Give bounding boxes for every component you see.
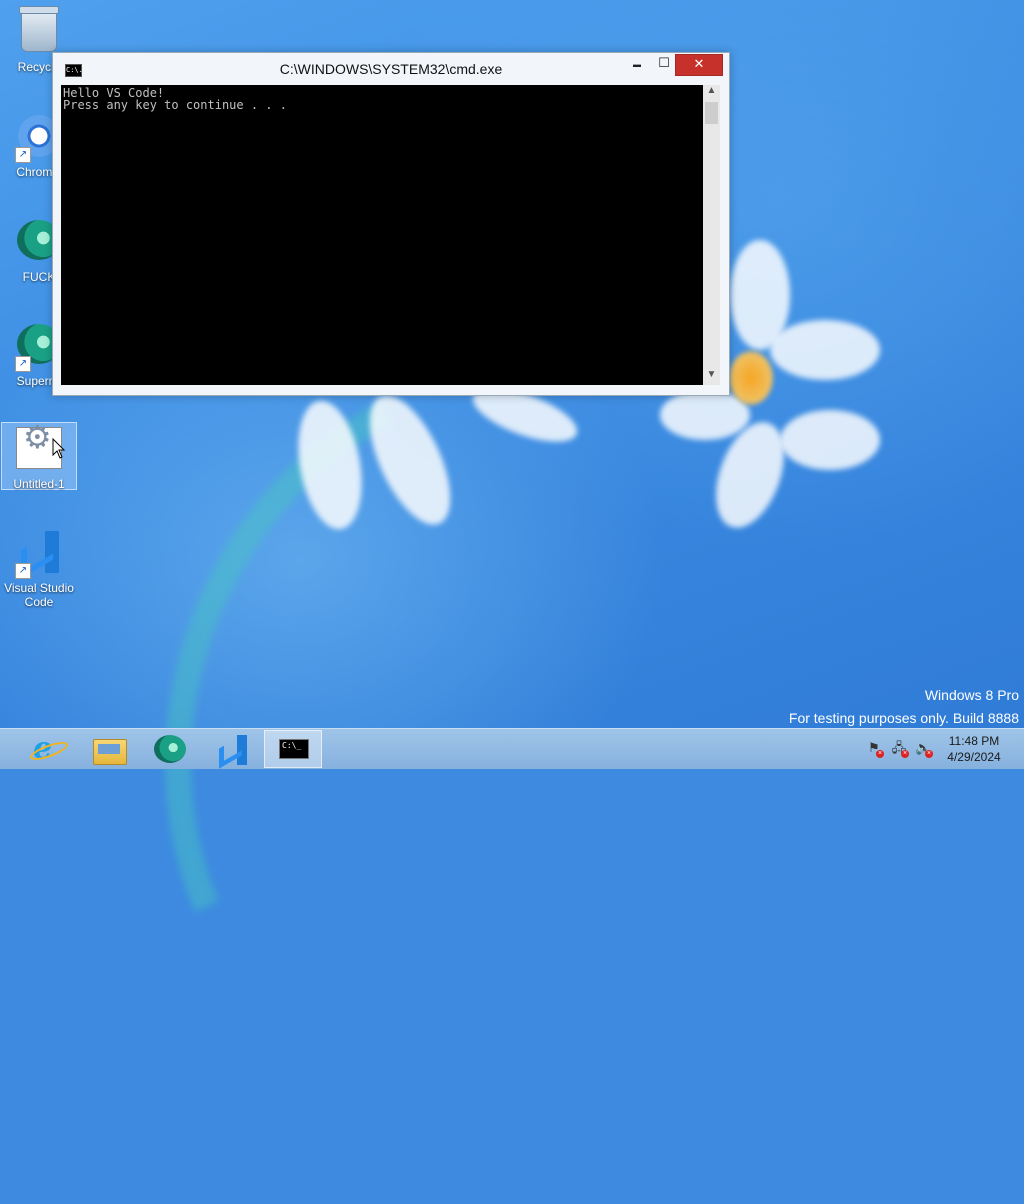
taskbar-internet-explorer[interactable]: e bbox=[17, 730, 75, 768]
taskbar-file-explorer[interactable] bbox=[79, 730, 137, 768]
console-output[interactable]: Hello VS Code! Press any key to continue … bbox=[61, 85, 703, 385]
windows-watermark: Windows 8 Pro For testing purposes only.… bbox=[789, 684, 1019, 730]
network-icon[interactable]: 🖧 × bbox=[891, 740, 909, 758]
mouse-cursor-icon bbox=[52, 438, 66, 459]
watermark-edition: Windows 8 Pro bbox=[924, 687, 1019, 703]
taskbar-visual-studio-code[interactable] bbox=[201, 730, 259, 768]
vscode-icon bbox=[217, 735, 247, 765]
system-clock[interactable]: 11:48 PM 4/29/2024 bbox=[936, 733, 1012, 765]
taskbar-wolf-browser[interactable] bbox=[140, 730, 198, 768]
desktop-icon-label-line2: Code bbox=[24, 595, 54, 609]
taskbar-command-prompt[interactable]: C:\_ bbox=[264, 730, 322, 768]
volume-muted-icon[interactable]: 🔈 × bbox=[915, 740, 933, 758]
wallpaper-petal bbox=[780, 410, 880, 470]
action-center-flag-icon[interactable]: ⚑ × bbox=[866, 740, 884, 758]
shortcut-arrow-icon: ↗ bbox=[15, 147, 31, 163]
cmd-titlebar[interactable]: C:\. C:\WINDOWS\SYSTEM32\cmd.exe ▬ ☐ ✕ bbox=[53, 53, 729, 85]
clock-time: 11:48 PM bbox=[948, 734, 1000, 748]
console-line: Press any key to continue . . . bbox=[63, 98, 287, 112]
command-prompt-icon: C:\_ bbox=[279, 739, 309, 759]
wolf-app-icon bbox=[154, 735, 186, 763]
scroll-down-arrow-icon[interactable]: ▼ bbox=[703, 369, 720, 385]
desktop-icon-label-line1: Visual Studio bbox=[4, 581, 74, 595]
wallpaper-flower-center bbox=[728, 350, 774, 406]
watermark-build: For testing purposes only. Build 8888 bbox=[788, 710, 1019, 726]
shortcut-arrow-icon: ↗ bbox=[15, 356, 31, 372]
folder-icon bbox=[93, 739, 127, 765]
cmd-window[interactable]: C:\. C:\WINDOWS\SYSTEM32\cmd.exe ▬ ☐ ✕ H… bbox=[52, 52, 730, 396]
recycle-bin-icon bbox=[15, 6, 63, 58]
maximize-button[interactable]: ☐ bbox=[651, 54, 677, 74]
shortcut-arrow-icon: ↗ bbox=[15, 563, 31, 579]
desktop-icon-visual-studio-code[interactable]: ↗ Visual Studio Code bbox=[2, 528, 76, 609]
desktop-icon-label: Untitled-1 bbox=[13, 477, 65, 491]
clock-date: 4/29/2024 bbox=[947, 750, 1001, 764]
vertical-scrollbar[interactable]: ▲ ▼ bbox=[703, 85, 720, 385]
close-button[interactable]: ✕ bbox=[675, 54, 723, 76]
internet-explorer-icon: e bbox=[33, 734, 61, 764]
wallpaper-petal bbox=[770, 320, 880, 380]
vscode-icon: ↗ bbox=[15, 531, 63, 579]
minimize-button[interactable]: ▬ bbox=[624, 54, 650, 74]
scroll-up-arrow-icon[interactable]: ▲ bbox=[703, 85, 720, 101]
scrollbar-thumb[interactable] bbox=[705, 102, 718, 124]
